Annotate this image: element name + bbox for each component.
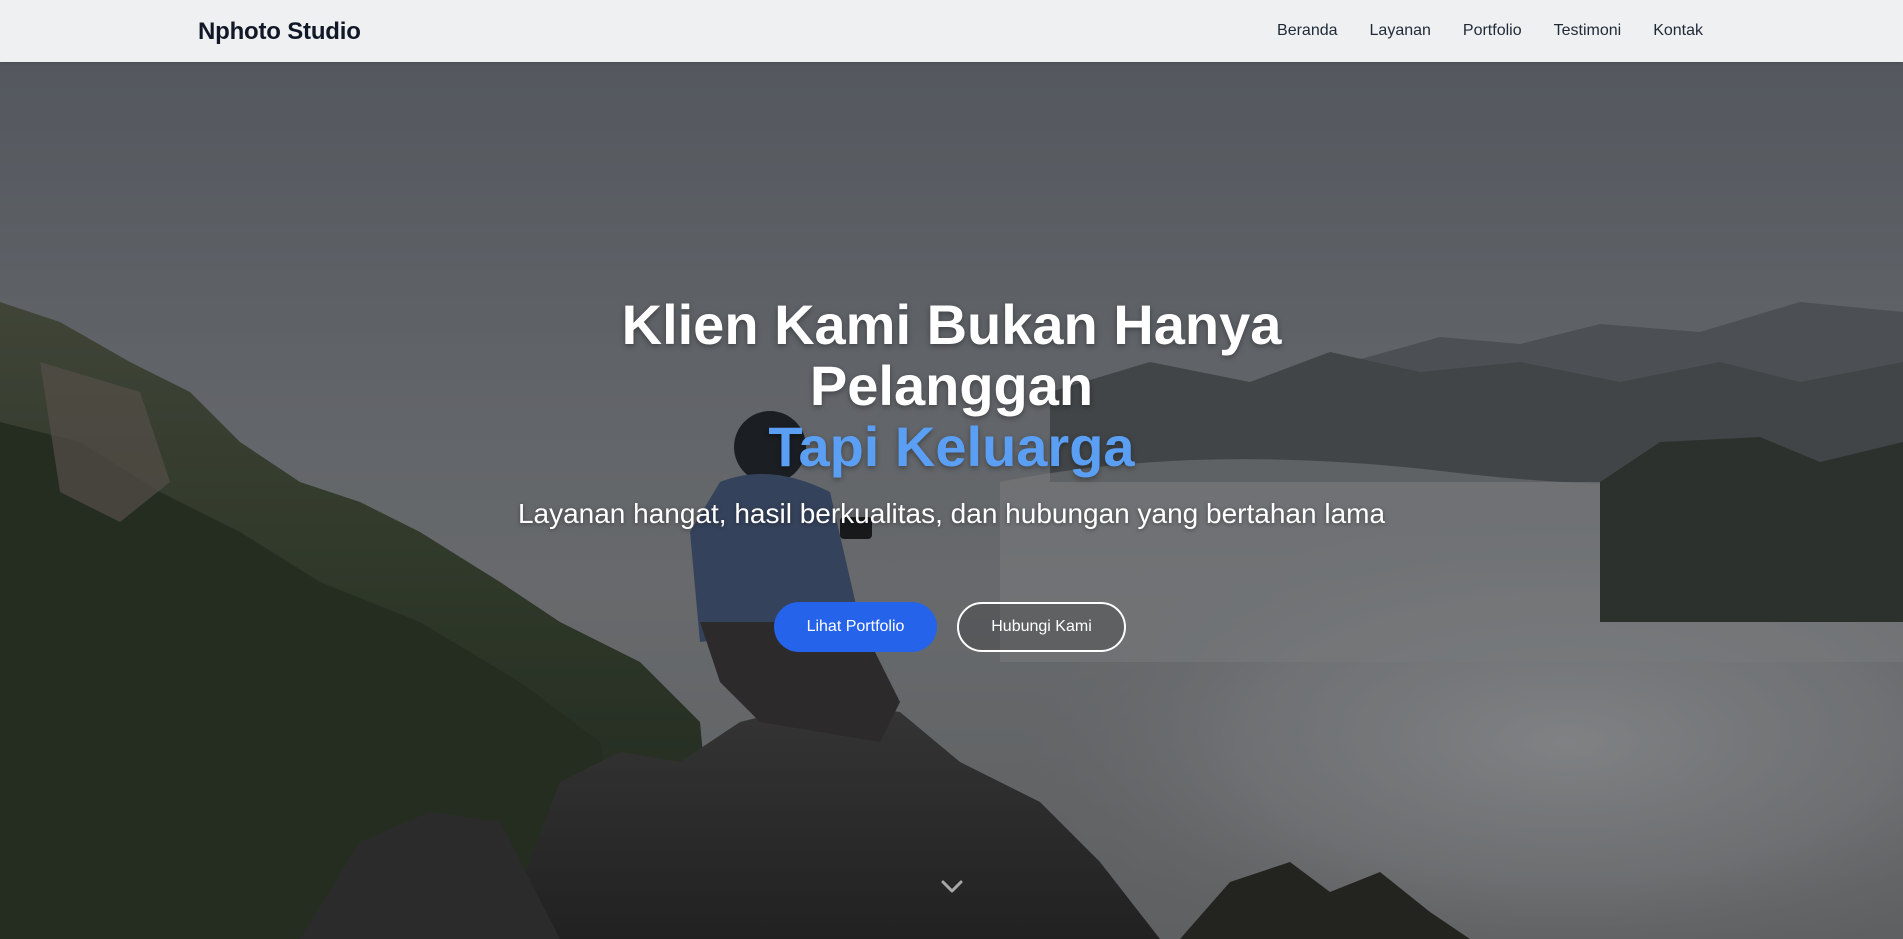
nav-item-portfolio: Portfolio [1463, 0, 1522, 62]
nav-link-portfolio[interactable]: Portfolio [1463, 22, 1522, 39]
nav-link-beranda[interactable]: Beranda [1277, 22, 1338, 39]
nav-link-testimoni[interactable]: Testimoni [1554, 22, 1622, 39]
chevron-down-icon[interactable] [940, 878, 964, 896]
nav-item-testimoni: Testimoni [1554, 0, 1622, 62]
headline-line-2: Pelanggan [809, 354, 1094, 417]
brand-logo[interactable]: Nphoto Studio [198, 0, 361, 62]
headline-line-1: Klien Kami Bukan Hanya [621, 293, 1282, 356]
hero-headline: Klien Kami Bukan Hanya Pelanggan Tapi Ke… [0, 294, 1903, 477]
nav-link-kontak[interactable]: Kontak [1653, 22, 1703, 39]
nav-item-kontak: Kontak [1653, 0, 1703, 62]
contact-us-button[interactable]: Hubungi Kami [957, 602, 1126, 652]
navbar: Nphoto Studio Beranda Layanan Portfolio … [0, 0, 1903, 62]
nav-menu: Beranda Layanan Portfolio Testimoni Kont… [1277, 0, 1703, 62]
nav-item-beranda: Beranda [1277, 0, 1338, 62]
view-portfolio-button[interactable]: Lihat Portfolio [774, 602, 937, 652]
nav-link-layanan[interactable]: Layanan [1370, 22, 1431, 39]
hero-section: Klien Kami Bukan Hanya Pelanggan Tapi Ke… [0, 62, 1903, 939]
nav-item-layanan: Layanan [1370, 0, 1431, 62]
headline-accent: Tapi Keluarga [768, 415, 1135, 478]
hero-subtitle: Layanan hangat, hasil berkualitas, dan h… [517, 498, 1386, 529]
